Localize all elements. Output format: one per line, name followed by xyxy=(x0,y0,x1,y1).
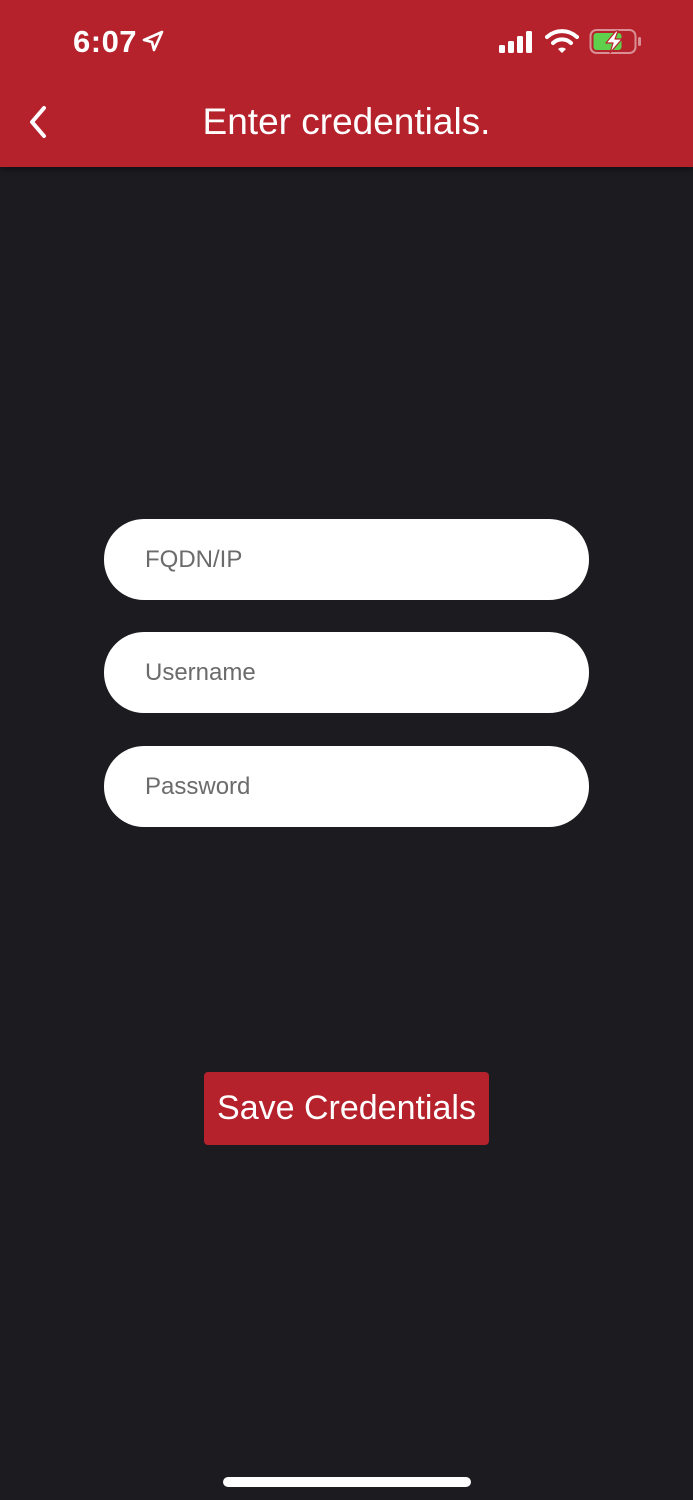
cellular-signal-icon xyxy=(499,31,532,53)
username-input[interactable] xyxy=(104,632,589,713)
wifi-icon xyxy=(545,29,579,53)
status-time: 6:07 xyxy=(73,24,138,59)
fqdn-ip-input[interactable] xyxy=(104,519,589,600)
password-input[interactable] xyxy=(104,746,589,827)
top-bar: 6:07 Enter credentials. xyxy=(0,0,693,167)
credentials-screen: 6:07 Enter credentials. FQDN/IP Username… xyxy=(0,0,693,1500)
location-arrow-icon xyxy=(142,30,164,52)
home-indicator xyxy=(223,1477,471,1487)
save-credentials-button[interactable]: Save Credentials xyxy=(204,1072,489,1145)
battery-charging-icon xyxy=(589,29,641,54)
page-title: Enter credentials. xyxy=(202,101,491,142)
